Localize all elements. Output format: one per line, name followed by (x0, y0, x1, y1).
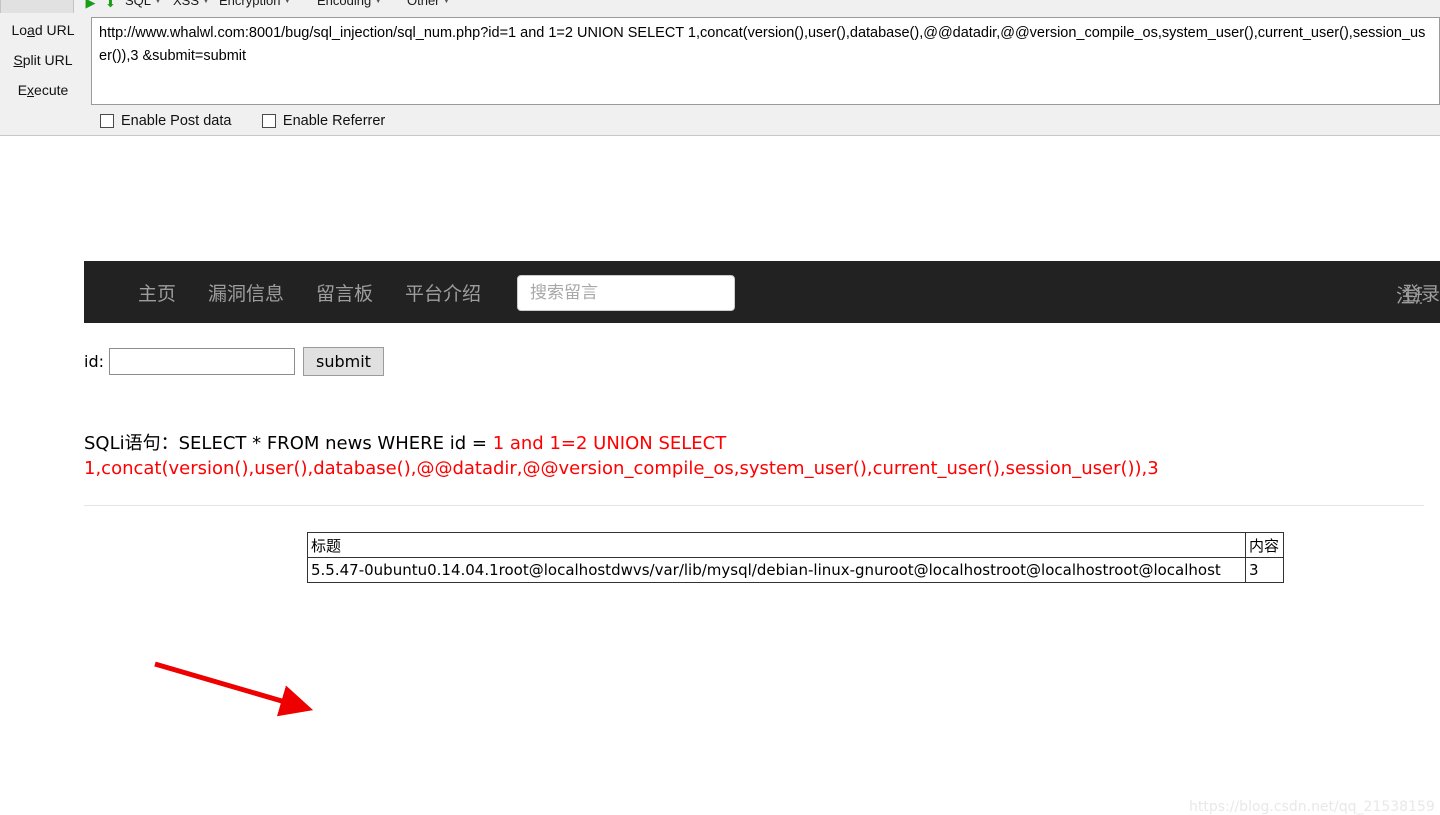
load-url-post: d URL (34, 22, 75, 38)
execute-accel: x (27, 82, 35, 98)
chevron-down-icon: ▼ (202, 0, 210, 5)
submit-button[interactable]: submit (303, 347, 384, 376)
nav-item-home[interactable]: 主页 (138, 279, 176, 306)
arrow-line (154, 661, 314, 717)
chevron-down-icon: ▼ (442, 0, 451, 5)
hackbar-toolbar: ▶ ⬇ SQL ▼ XSS ▼ Encryption ▼ Encoding ▼ Othe… (0, 0, 1440, 136)
chevron-down-icon: ▼ (154, 0, 162, 5)
hackbar-options-row: Enable Post data Enable Referrer (100, 112, 411, 132)
menu-other-label: Other (407, 0, 440, 8)
site-navbar: 主页 漏洞信息 留言板 平台介绍 登录 注册 (84, 261, 1440, 323)
sql-statement-echo: SQLi语句：SELECT * FROM news WHERE id = 1 a… (84, 431, 1159, 481)
table-header-row: 标题 内容 (307, 532, 1284, 558)
enable-referrer-option[interactable]: Enable Referrer (261, 112, 386, 130)
csdn-watermark: https://blog.csdn.net/qq_21538159 (1189, 799, 1435, 815)
nav-item-message-board[interactable]: 留言板 (316, 279, 373, 306)
load-url-pre: Lo (11, 22, 28, 38)
split-url-post: plit URL (22, 52, 73, 68)
id-input[interactable] (109, 348, 295, 375)
query-result-table: 标题 内容 5.5.47-0ubuntu0.14.04.1root@localh… (307, 532, 1284, 583)
download-arrow-icon[interactable]: ⬇ (104, 0, 117, 10)
menu-other[interactable]: Other ▼ (407, 0, 450, 9)
column-header-title: 标题 (307, 532, 1246, 558)
sql-echo-prefix: SQLi语句： (84, 433, 179, 454)
execute-pre: E (17, 82, 28, 98)
site-nav-links: 主页 漏洞信息 留言板 平台介绍 (138, 261, 513, 323)
menu-encryption-label: Encryption (219, 0, 281, 8)
cell-title: 5.5.47-0ubuntu0.14.04.1root@localhostdwv… (307, 557, 1246, 583)
url-textarea[interactable]: http://www.whalwl.com:8001/bug/sql_injec… (91, 17, 1440, 105)
nav-item-platform-intro[interactable]: 平台介绍 (405, 279, 481, 306)
chevron-down-icon: ▼ (283, 0, 292, 5)
column-header-content: 内容 (1245, 532, 1284, 558)
menu-sql-label: SQL (125, 0, 152, 8)
menu-encoding-label: Encoding (317, 0, 372, 8)
browser-page-content: 主页 漏洞信息 留言板 平台介绍 登录 注册 id: submit SQLi语句… (0, 136, 1440, 815)
hackbar-tabstrip[interactable] (0, 0, 74, 13)
search-input[interactable] (517, 275, 735, 311)
menu-xss[interactable]: XSS ▼ (173, 0, 210, 9)
load-url-accel: a (27, 22, 35, 38)
red-arrow-annotation (154, 661, 314, 717)
enable-post-data-option[interactable]: Enable Post data (100, 112, 231, 130)
id-field-label: id: (84, 352, 104, 371)
content-divider (84, 505, 1424, 506)
enable-post-data-checkbox[interactable] (100, 113, 114, 128)
execute-post: ecute (34, 82, 69, 98)
split-url-accel: S (13, 52, 23, 68)
enable-referrer-checkbox[interactable] (261, 113, 276, 128)
menu-encryption[interactable]: Encryption ▼ (219, 0, 291, 9)
execute-button[interactable]: Execute (6, 77, 80, 103)
table-row: 5.5.47-0ubuntu0.14.04.1root@localhostdwv… (307, 557, 1284, 583)
sql-echo-black: SELECT * FROM news WHERE id = (178, 433, 493, 454)
enable-referrer-label: Enable Referrer (282, 112, 386, 129)
menu-sql[interactable]: SQL ▼ (125, 0, 162, 9)
id-query-form: id: submit (84, 347, 384, 376)
nav-item-register[interactable]: 注册 (1396, 281, 1422, 308)
cell-content: 3 (1245, 557, 1284, 583)
hackbar-menubar: ▶ ⬇ SQL ▼ XSS ▼ Encryption ▼ Encoding ▼ Othe… (0, 0, 1440, 13)
run-icon[interactable]: ▶ (84, 0, 97, 10)
split-url-button[interactable]: Split URL (6, 47, 80, 73)
chevron-down-icon: ▼ (374, 0, 383, 5)
menu-xss-label: XSS (173, 0, 200, 8)
enable-post-data-label: Enable Post data (121, 112, 232, 129)
nav-item-vuln-info[interactable]: 漏洞信息 (208, 279, 284, 306)
menu-encoding[interactable]: Encoding ▼ (317, 0, 382, 9)
load-url-button[interactable]: Load URL (6, 17, 80, 43)
